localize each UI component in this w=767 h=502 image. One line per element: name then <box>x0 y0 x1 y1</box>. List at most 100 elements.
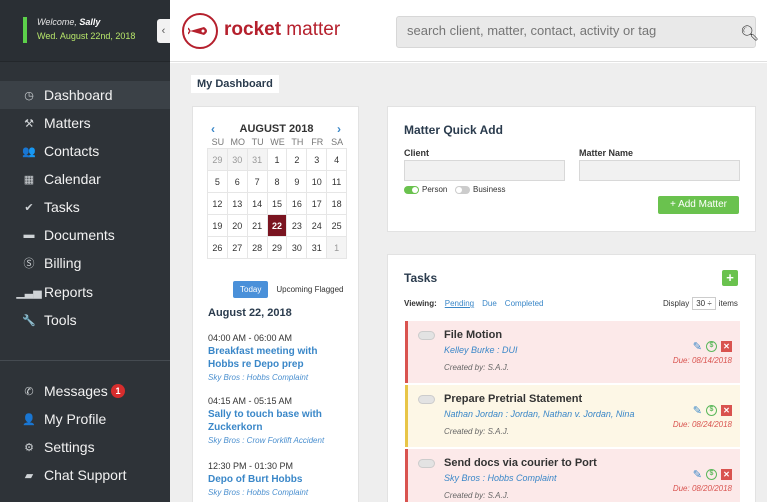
delete-x-icon[interactable]: ✕ <box>721 405 732 416</box>
calendar-day[interactable]: 4 <box>326 148 347 171</box>
business-toggle[interactable]: Business <box>455 185 505 194</box>
nav-messages[interactable]: ✆ Messages 1 <box>0 377 170 405</box>
person-toggle[interactable]: Person <box>404 185 447 194</box>
billing-dollar-icon[interactable]: $ <box>706 341 717 352</box>
calendar-day[interactable]: 1 <box>326 236 347 259</box>
calendar-day[interactable]: 13 <box>226 192 248 215</box>
task-item[interactable]: Prepare Pretrial Statement Nathan Jordan… <box>405 385 740 447</box>
calendar-day[interactable]: 26 <box>207 236 228 259</box>
calendar-day[interactable]: 19 <box>207 214 228 237</box>
calendar-day[interactable]: 29 <box>207 148 228 171</box>
task-title[interactable]: Send docs via courier to Port <box>444 457 597 469</box>
search-icon[interactable]: 🔍︎ <box>740 24 759 42</box>
calendar-day[interactable]: 24 <box>306 214 328 237</box>
calendar-day[interactable]: 7 <box>246 170 268 193</box>
tab-my-dashboard[interactable]: My Dashboard <box>191 75 279 93</box>
calendar-day[interactable]: 15 <box>266 192 288 215</box>
nav-billing[interactable]: Ⓢ Billing <box>0 249 170 277</box>
matter-name-label: Matter Name <box>579 148 634 158</box>
search-input[interactable] <box>407 23 727 38</box>
add-matter-button[interactable]: + Add Matter <box>658 196 739 214</box>
calendar-day[interactable]: 30 <box>286 236 308 259</box>
nav-dashboard[interactable]: ◷ Dashboard <box>0 81 170 109</box>
matter-quick-add-title: Matter Quick Add <box>404 123 503 137</box>
nav-tasks[interactable]: ✔ Tasks <box>0 193 170 221</box>
calendar-day[interactable]: 27 <box>226 236 248 259</box>
task-title[interactable]: File Motion <box>444 329 502 341</box>
calendar-day[interactable]: 31 <box>306 236 328 259</box>
task-matter[interactable]: Kelley Burke : DUI <box>444 345 518 355</box>
tasks-view-filter: Viewing: Pending Due Completed <box>404 299 543 308</box>
task-complete-toggle[interactable] <box>418 331 435 340</box>
filter-completed[interactable]: Completed <box>505 299 544 308</box>
delete-x-icon[interactable]: ✕ <box>721 469 732 480</box>
calendar-day[interactable]: 21 <box>246 214 268 237</box>
edit-pencil-icon[interactable]: ✎ <box>693 340 702 353</box>
calendar-day[interactable]: 10 <box>306 170 328 193</box>
nav-chat-support[interactable]: ▰ Chat Support <box>0 461 170 489</box>
calendar-day[interactable]: 2 <box>286 148 308 171</box>
edit-pencil-icon[interactable]: ✎ <box>693 404 702 417</box>
nav-tools[interactable]: 🔧 Tools <box>0 306 170 334</box>
calendar-day[interactable]: 20 <box>226 214 248 237</box>
calendar-day[interactable]: 17 <box>306 192 328 215</box>
event-matter[interactable]: Sky Bros : Hobbs Complaint <box>208 373 348 382</box>
calendar-day-selected[interactable]: 22 <box>266 214 288 237</box>
calendar-day[interactable]: 28 <box>246 236 268 259</box>
event-matter[interactable]: Sky Bros : Hobbs Complaint <box>208 488 348 497</box>
calendar-day[interactable]: 9 <box>286 170 308 193</box>
nav-my-profile[interactable]: 👤 My Profile <box>0 405 170 433</box>
items-per-page-select[interactable]: 30 ÷ <box>692 297 716 310</box>
calendar-day[interactable]: 3 <box>306 148 328 171</box>
edit-pencil-icon[interactable]: ✎ <box>693 468 702 481</box>
task-item[interactable]: Send docs via courier to Port Sky Bros :… <box>405 449 740 502</box>
calendar-day[interactable]: 29 <box>266 236 288 259</box>
calendar-day[interactable]: 31 <box>246 148 268 171</box>
task-complete-toggle[interactable] <box>418 395 435 404</box>
billing-dollar-icon[interactable]: $ <box>706 469 717 480</box>
rocket-logo-icon[interactable] <box>182 13 218 49</box>
nav-calendar[interactable]: ▦ Calendar <box>0 165 170 193</box>
matter-name-input[interactable] <box>579 160 740 181</box>
event-title[interactable]: Sally to touch base with Zuckerkorn <box>208 408 348 434</box>
calendar-day[interactable]: 11 <box>326 170 347 193</box>
nav-settings[interactable]: ⚙ Settings <box>0 433 170 461</box>
task-matter[interactable]: Nathan Jordan : Jordan, Nathan v. Jordan… <box>444 409 634 419</box>
calendar-day[interactable]: 1 <box>266 148 288 171</box>
business-label: Business <box>473 185 506 194</box>
nav-contacts[interactable]: 👥 Contacts <box>0 137 170 165</box>
calendar-day[interactable]: 18 <box>326 192 347 215</box>
task-complete-toggle[interactable] <box>418 459 435 468</box>
calendar-day[interactable]: 6 <box>226 170 248 193</box>
filter-pending[interactable]: Pending <box>445 299 474 308</box>
today-button[interactable]: Today <box>233 281 269 298</box>
nav-documents[interactable]: ▬ Documents <box>0 221 170 249</box>
task-item[interactable]: File Motion Kelley Burke : DUI Created b… <box>405 321 740 383</box>
event-title[interactable]: Depo of Burt Hobbs <box>208 473 348 486</box>
calendar-day[interactable]: 30 <box>226 148 248 171</box>
calendar-day[interactable]: 12 <box>207 192 228 215</box>
logo-text[interactable]: rocket matter <box>224 19 340 41</box>
calendar-day[interactable]: 16 <box>286 192 308 215</box>
collapse-sidebar-button[interactable]: ‹ <box>157 19 170 43</box>
client-input[interactable] <box>404 160 565 181</box>
calendar-day[interactable]: 8 <box>266 170 288 193</box>
calendar-day[interactable]: 23 <box>286 214 308 237</box>
calendar-next-button[interactable]: › <box>337 122 341 136</box>
calendar-day[interactable]: 25 <box>326 214 347 237</box>
calendar-day[interactable]: 14 <box>246 192 268 215</box>
task-actions: ✎ $ ✕ <box>693 404 732 417</box>
event-matter[interactable]: Sky Bros : Crow Forklift Accident <box>208 436 348 445</box>
task-title[interactable]: Prepare Pretrial Statement <box>444 393 582 405</box>
calendar-day[interactable]: 5 <box>207 170 228 193</box>
billing-dollar-icon[interactable]: $ <box>706 405 717 416</box>
delete-x-icon[interactable]: ✕ <box>721 341 732 352</box>
upcoming-flagged-button[interactable]: Upcoming Flagged <box>276 285 343 294</box>
event-title[interactable]: Breakfast meeting with Hobbs re Depo pre… <box>208 345 348 371</box>
filter-due[interactable]: Due <box>482 299 497 308</box>
task-matter[interactable]: Sky Bros : Hobbs Complaint <box>444 473 557 483</box>
nav-matters[interactable]: ⚒ Matters <box>0 109 170 137</box>
main-content: My Dashboard ‹ AUGUST 2018 › SU MO TU WE… <box>170 63 767 502</box>
add-task-button[interactable]: + <box>722 270 738 286</box>
nav-reports[interactable]: ▁▃▅ Reports <box>0 278 170 306</box>
